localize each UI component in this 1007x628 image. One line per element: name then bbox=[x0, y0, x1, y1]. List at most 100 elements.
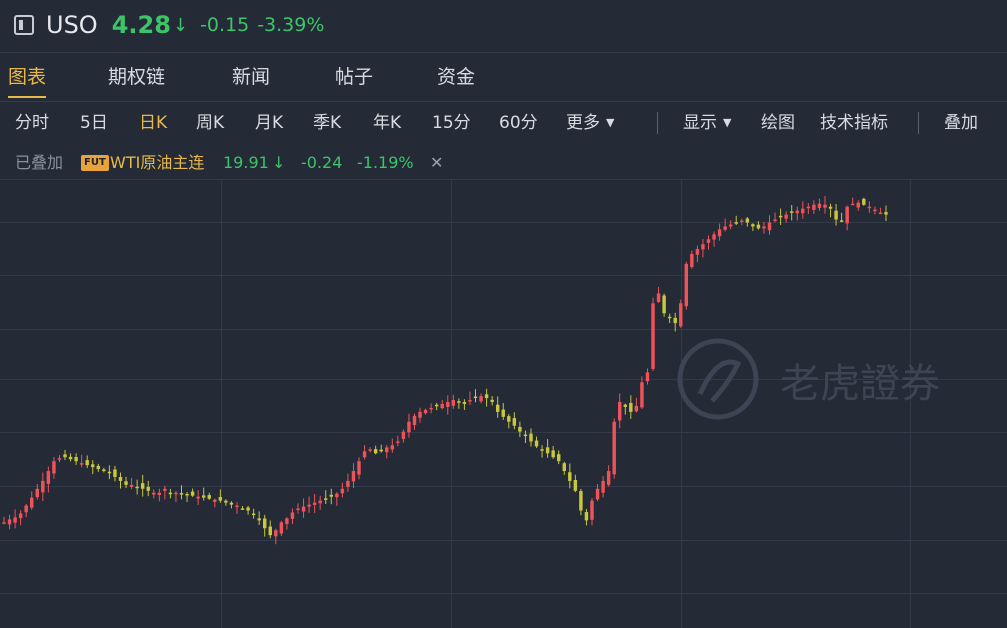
candle-up bbox=[850, 203, 855, 206]
candle-up bbox=[30, 497, 34, 508]
caret-down-icon: ▼ bbox=[606, 116, 615, 129]
tab-posts[interactable]: 帖子 bbox=[335, 54, 373, 100]
tab-options-chain[interactable]: 期权链 bbox=[108, 54, 165, 100]
tabs-divider bbox=[0, 101, 1007, 102]
period-weekly[interactable]: 周K bbox=[196, 104, 224, 142]
candle-down bbox=[107, 471, 112, 474]
candle-up bbox=[46, 471, 51, 484]
candle-up bbox=[2, 522, 6, 524]
candle-up bbox=[812, 204, 816, 210]
candle-down bbox=[623, 404, 628, 407]
candle-up bbox=[806, 206, 811, 209]
candle-up bbox=[873, 209, 877, 212]
candle-up bbox=[878, 212, 883, 215]
candle-down bbox=[573, 480, 578, 491]
period-quarterly[interactable]: 季K bbox=[313, 104, 341, 142]
candle-up bbox=[795, 210, 799, 214]
tab-news[interactable]: 新闻 bbox=[232, 54, 270, 100]
display-menu[interactable]: 显示 ▼ bbox=[683, 104, 731, 142]
ticker-symbol: USO bbox=[46, 11, 98, 39]
candle-up bbox=[41, 480, 45, 493]
period-selector: 分时 5日 日K 周K 月K 季K 年K 15分 60分 更多 ▼ 显示 ▼ 绘图 … bbox=[0, 104, 1007, 142]
candle-down bbox=[834, 210, 838, 220]
candle-down bbox=[146, 486, 150, 491]
candle-up bbox=[690, 254, 694, 267]
candle-up bbox=[656, 293, 661, 302]
candlestick-chart[interactable]: 老虎證券 bbox=[0, 179, 1007, 628]
candle-up bbox=[823, 204, 827, 208]
candle-down bbox=[96, 465, 101, 470]
candle-down bbox=[457, 401, 461, 403]
candle-down bbox=[562, 463, 566, 472]
watermark-logo-stroke bbox=[697, 359, 742, 403]
candle-up bbox=[335, 493, 339, 498]
candle-down bbox=[518, 426, 522, 432]
candle-down bbox=[218, 497, 223, 501]
candle-up bbox=[412, 415, 417, 426]
period-more[interactable]: 更多 ▼ bbox=[566, 104, 614, 142]
candle-up bbox=[784, 214, 788, 219]
candle-up bbox=[717, 229, 722, 237]
candle-down bbox=[540, 449, 544, 451]
period-60min[interactable]: 60分 bbox=[499, 104, 538, 142]
candle-up bbox=[163, 488, 167, 491]
close-icon[interactable]: ✕ bbox=[430, 147, 443, 179]
overlay-name[interactable]: WTI原油主连 bbox=[110, 147, 204, 179]
candle-down bbox=[229, 502, 234, 505]
candle-up bbox=[773, 219, 777, 222]
candle-down bbox=[102, 469, 106, 472]
candle-down bbox=[473, 396, 478, 399]
futures-badge: FUT bbox=[81, 155, 109, 171]
candle-down bbox=[751, 224, 755, 227]
candle-up bbox=[651, 303, 655, 369]
candle-up bbox=[418, 411, 422, 418]
candle-up bbox=[801, 208, 805, 214]
candle-down bbox=[135, 486, 139, 489]
candle-up bbox=[429, 407, 433, 410]
candle-down bbox=[756, 224, 761, 229]
candle-up bbox=[307, 504, 311, 507]
candle-down bbox=[201, 495, 206, 498]
period-daily[interactable]: 日K bbox=[139, 104, 167, 142]
candle-up bbox=[340, 488, 345, 494]
candle-down bbox=[224, 500, 228, 503]
candle-up bbox=[274, 530, 278, 537]
candle-up bbox=[401, 431, 406, 439]
sidebar-toggle-icon[interactable] bbox=[14, 15, 34, 35]
candle-down bbox=[462, 402, 467, 404]
candle-down bbox=[251, 513, 256, 516]
candle-up bbox=[606, 471, 611, 485]
candle-up bbox=[213, 499, 217, 502]
period-yearly[interactable]: 年K bbox=[373, 104, 401, 142]
candle-up bbox=[634, 405, 639, 412]
period-monthly[interactable]: 月K bbox=[255, 104, 283, 142]
candle-down bbox=[373, 449, 378, 454]
tab-capital-flow[interactable]: 资金 bbox=[437, 54, 475, 100]
candle-down bbox=[523, 434, 528, 437]
candle-down bbox=[118, 476, 123, 481]
display-label: 显示 bbox=[683, 113, 717, 133]
draw-button[interactable]: 绘图 bbox=[761, 104, 795, 142]
period-intraday[interactable]: 分时 bbox=[15, 104, 49, 142]
candle-down bbox=[91, 464, 95, 468]
period-5day[interactable]: 5日 bbox=[80, 104, 108, 142]
watermark-text: 老虎證券 bbox=[780, 361, 940, 407]
more-label: 更多 bbox=[566, 113, 600, 133]
tab-chart[interactable]: 图表 bbox=[8, 54, 47, 100]
candle-down bbox=[490, 399, 494, 402]
candle-up bbox=[728, 224, 733, 227]
candle-up bbox=[645, 372, 650, 382]
candle-up bbox=[57, 458, 62, 460]
indicators-button[interactable]: 技术指标 bbox=[820, 104, 888, 142]
header-divider bbox=[0, 52, 1007, 53]
candle-up bbox=[706, 239, 711, 243]
overlay-button[interactable]: 叠加 bbox=[944, 104, 978, 142]
period-15min[interactable]: 15分 bbox=[432, 104, 471, 142]
candle-up bbox=[301, 506, 306, 512]
overlay-label: 已叠加 bbox=[15, 153, 64, 172]
candle-up bbox=[196, 496, 200, 499]
candle-up bbox=[479, 396, 483, 402]
candle-down bbox=[207, 495, 211, 499]
candle-up bbox=[817, 203, 822, 208]
candle-up bbox=[296, 508, 300, 511]
